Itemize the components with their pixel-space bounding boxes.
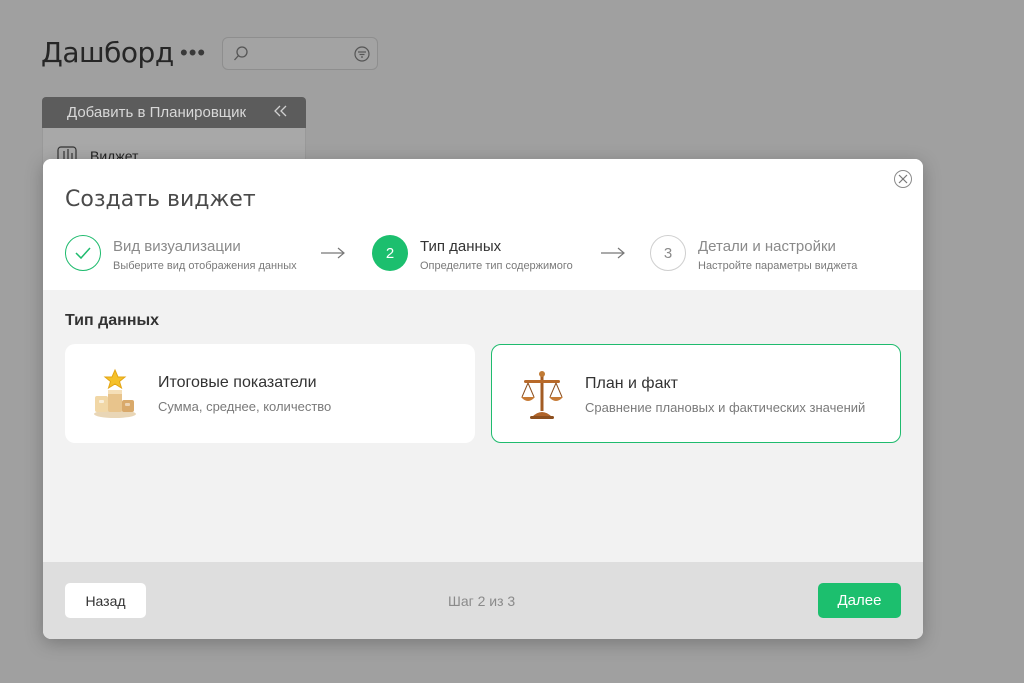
page-title: Дашборд — [41, 36, 174, 69]
step-3-indicator: 3 — [650, 235, 686, 271]
card-title: Итоговые показатели — [158, 374, 317, 391]
collapse-icon[interactable] — [272, 103, 288, 124]
arrow-right-icon — [601, 247, 625, 259]
search-input[interactable] — [222, 37, 378, 70]
close-icon — [898, 174, 908, 184]
arrow-right-icon — [321, 247, 345, 259]
step-1-name: Вид визуализации — [113, 238, 241, 255]
step-2-indicator: 2 — [372, 235, 408, 271]
step-3-description: Настройте параметры виджета — [698, 260, 858, 272]
data-type-card-totals[interactable]: Итоговые показатели Сумма, среднее, коли… — [65, 344, 475, 443]
back-button[interactable]: Назад — [65, 583, 146, 618]
checkmark-icon — [75, 247, 91, 260]
step-1-description: Выберите вид отображения данных — [113, 260, 297, 272]
step-2-name: Тип данных — [420, 238, 502, 255]
card-description: Сумма, среднее, количество — [158, 399, 332, 414]
step-1: Вид визуализации Выберите вид отображени… — [65, 235, 297, 273]
more-options-button[interactable]: ••• — [180, 40, 206, 66]
modal-title: Создать виджет — [65, 187, 256, 212]
step-2-description: Определите тип содержимого — [420, 260, 573, 272]
step-3-name: Детали и настройки — [698, 238, 836, 255]
filter-icon[interactable] — [354, 46, 370, 67]
search-icon — [233, 46, 249, 67]
step-2-text: Тип данных Определите тип содержимого — [420, 238, 573, 273]
modal-header: Создать виджет Вид визуализации Выберите… — [43, 159, 923, 290]
close-button[interactable] — [894, 170, 912, 188]
step-1-text: Вид визуализации Выберите вид отображени… — [113, 238, 297, 273]
card-title: План и факт — [585, 375, 678, 392]
modal-footer: Назад Шаг 2 из 3 Далее — [43, 562, 923, 639]
step-counter: Шаг 2 из 3 — [448, 593, 516, 609]
step-3-text: Детали и настройки Настройте параметры в… — [698, 238, 857, 273]
trophy-podium-icon — [94, 368, 136, 418]
step-2: 2 Тип данных Определите тип содержимого — [372, 235, 573, 273]
data-type-card-plan-fact[interactable]: План и факт Сравнение плановых и фактиче… — [491, 344, 901, 443]
next-button[interactable]: Далее — [818, 583, 901, 618]
scales-icon — [521, 371, 563, 419]
step-3: 3 Детали и настройки Настройте параметры… — [650, 235, 857, 273]
planner-panel-title: Добавить в Планировщик — [67, 104, 247, 121]
planner-panel-header[interactable]: Добавить в Планировщик — [42, 97, 306, 128]
create-widget-modal: Создать виджет Вид визуализации Выберите… — [43, 159, 923, 639]
section-title: Тип данных — [65, 312, 160, 329]
step-1-indicator — [65, 235, 101, 271]
card-description: Сравнение плановых и фактических значени… — [585, 400, 866, 415]
